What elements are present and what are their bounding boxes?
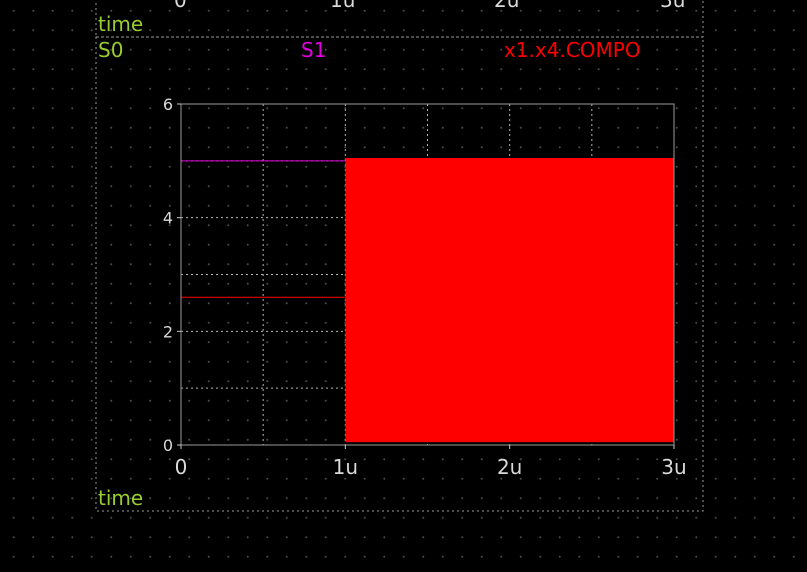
top-x-axis-label: time — [98, 12, 144, 36]
y-tick-label: 6 — [163, 95, 173, 114]
y-tick-label: 2 — [163, 322, 173, 341]
top-x-tick-label: 3u — [660, 0, 686, 12]
y-tick-label: 4 — [163, 209, 173, 228]
y-tick-label: 0 — [163, 436, 173, 455]
top-x-tick-label: 2u — [494, 0, 520, 12]
top-x-tick-label: 1u — [330, 0, 356, 12]
legend-compo[interactable]: x1.x4.COMPO — [504, 40, 641, 60]
series-band-x1-x4-compo — [345, 157, 674, 443]
legend-s1[interactable]: S1 — [301, 40, 326, 60]
x-tick-label: 3u — [661, 455, 686, 479]
data-layer — [181, 157, 674, 446]
x-tick-label: 1u — [333, 455, 358, 479]
top-panel-frame — [95, 0, 704, 38]
bottom-x-axis-label: time — [98, 486, 144, 510]
x-tick-label: 2u — [497, 455, 522, 479]
legend-s0[interactable]: S0 — [98, 40, 123, 60]
x-tick-label: 0 — [175, 455, 188, 479]
top-x-tick-label: 0 — [174, 0, 187, 12]
